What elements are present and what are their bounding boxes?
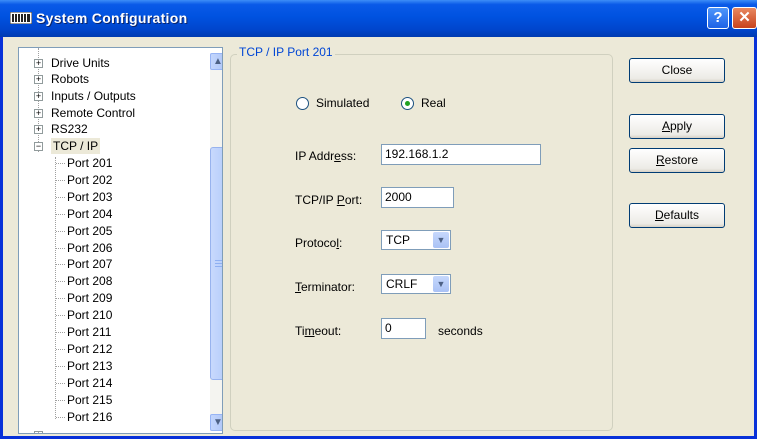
tree-line bbox=[56, 298, 65, 300]
real-radio-label[interactable]: Real bbox=[421, 96, 446, 110]
tree-line bbox=[56, 179, 65, 181]
tree-line bbox=[56, 230, 65, 232]
tree-item-label: Port 211 bbox=[67, 325, 112, 339]
expand-icon[interactable]: + bbox=[34, 431, 43, 433]
close-window-button[interactable]: ✕ bbox=[732, 7, 757, 29]
tree-item-label: Port 213 bbox=[67, 358, 113, 373]
tree-line bbox=[56, 213, 65, 215]
timeout-label: Timeout: bbox=[295, 324, 342, 338]
tree-line bbox=[56, 348, 65, 350]
ip-address-label: IP Address: bbox=[295, 149, 357, 163]
tree-item-label: Inputs / Outputs bbox=[51, 89, 136, 103]
apply-button[interactable]: Apply bbox=[629, 114, 725, 139]
defaults-button[interactable]: Defaults bbox=[629, 203, 725, 228]
tree-item-label: Remote Control bbox=[51, 106, 136, 120]
scroll-up-button[interactable]: ▲ bbox=[210, 53, 222, 70]
terminator-select[interactable]: CRLF ▼ bbox=[381, 274, 451, 294]
real-radio[interactable] bbox=[401, 97, 414, 110]
tree-line bbox=[56, 315, 65, 317]
system-configuration-window: System Configuration ? ✕ + Drive Units +… bbox=[0, 0, 757, 439]
protocol-value: TCP bbox=[386, 233, 410, 247]
timeout-input[interactable]: 0 bbox=[381, 318, 426, 339]
tree-item-label: Port 207 bbox=[67, 257, 113, 272]
tree-line bbox=[56, 416, 65, 418]
protocol-label: Protocol: bbox=[295, 236, 343, 250]
protocol-select[interactable]: TCP ▼ bbox=[381, 230, 451, 250]
expand-icon[interactable]: + bbox=[34, 125, 43, 134]
close-button[interactable]: Close bbox=[629, 58, 725, 83]
tcp-port-label: TCP/IP Port: bbox=[295, 193, 363, 207]
simulated-radio[interactable] bbox=[296, 97, 309, 110]
tree-item-label-selected: TCP / IP bbox=[51, 138, 101, 154]
tree-item-label: Port 204 bbox=[67, 206, 113, 221]
expand-icon[interactable]: + bbox=[34, 59, 43, 68]
tree-line bbox=[56, 196, 65, 198]
help-button[interactable]: ? bbox=[707, 7, 729, 29]
tree-item-label: Port 216 bbox=[67, 409, 113, 424]
tree-item-label: Port 215 bbox=[67, 392, 113, 407]
expand-icon[interactable]: + bbox=[34, 109, 43, 118]
ip-address-input[interactable]: 192.168.1.2 bbox=[381, 144, 541, 165]
radio-selected-dot bbox=[405, 101, 410, 106]
scroll-grip-line bbox=[215, 260, 222, 261]
tree-scrollbar[interactable]: ▲ ▼ bbox=[210, 53, 222, 431]
tree-line bbox=[56, 365, 65, 367]
group-title: TCP / IP Port 201 bbox=[237, 45, 335, 59]
scroll-down-button[interactable]: ▼ bbox=[210, 414, 222, 431]
tree-item-label: Port 205 bbox=[67, 223, 113, 238]
expand-icon[interactable]: + bbox=[34, 92, 43, 101]
config-tree[interactable]: + Drive Units + Robots + Inputs / Output… bbox=[18, 47, 223, 434]
tree-line bbox=[56, 247, 65, 249]
tree-item-label: Port 203 bbox=[67, 189, 113, 204]
tree-item-label: Port 214 bbox=[67, 375, 113, 390]
tree-item-label: RS232 bbox=[51, 122, 88, 136]
tree-item-label: Port 209 bbox=[67, 291, 113, 306]
chevron-down-icon[interactable]: ▼ bbox=[433, 232, 449, 248]
tree-item-label: Port 202 bbox=[67, 172, 113, 187]
chevron-down-icon[interactable]: ▼ bbox=[433, 276, 449, 292]
restore-button[interactable]: Restore bbox=[629, 148, 725, 173]
tree-line bbox=[56, 163, 65, 164]
tree-item-label: Port 206 bbox=[67, 240, 113, 255]
window-title: System Configuration bbox=[36, 10, 188, 26]
tree-line bbox=[56, 332, 65, 333]
scroll-thumb[interactable] bbox=[210, 147, 222, 380]
tcp-port-input[interactable]: 2000 bbox=[381, 187, 454, 208]
tree-item-label: Drive Units bbox=[51, 56, 110, 70]
tree-item-label: Port 208 bbox=[67, 274, 113, 289]
tree-line bbox=[56, 382, 65, 384]
tree-item-label: Robots bbox=[51, 72, 90, 86]
timeout-unit-label: seconds bbox=[438, 324, 483, 338]
terminator-value: CRLF bbox=[386, 277, 418, 291]
window-app-icon bbox=[10, 12, 32, 24]
title-bar[interactable]: System Configuration ? ✕ bbox=[0, 0, 757, 37]
expand-icon[interactable]: + bbox=[34, 75, 43, 84]
tree-item-label: Port 212 bbox=[67, 341, 113, 356]
tree-line bbox=[56, 264, 65, 266]
scroll-grip-line bbox=[215, 266, 222, 267]
tree-line bbox=[56, 281, 65, 283]
tree-item-label: Port 210 bbox=[67, 308, 113, 323]
scroll-grip-line bbox=[215, 263, 222, 264]
simulated-radio-label[interactable]: Simulated bbox=[316, 96, 369, 110]
collapse-icon[interactable]: − bbox=[34, 142, 43, 151]
tree-item-label: Port 201 bbox=[67, 156, 113, 170]
tree-line bbox=[56, 399, 65, 401]
terminator-label: Terminator: bbox=[295, 280, 356, 294]
